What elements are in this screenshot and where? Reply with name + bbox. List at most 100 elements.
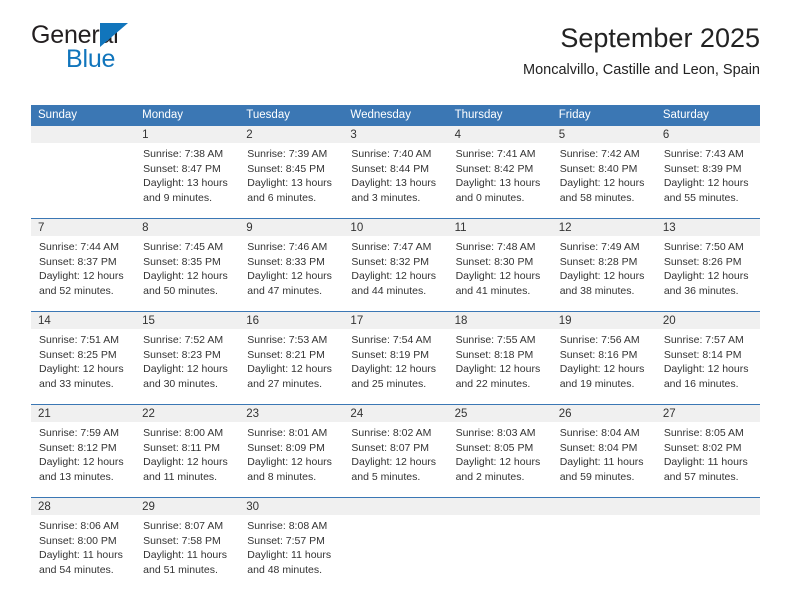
daylight-text-line2: and 55 minutes. xyxy=(663,191,739,204)
day-cell[interactable]: 11 Sunrise: 7:48 AM Sunset: 8:30 PM Dayl… xyxy=(447,218,552,312)
day-cell[interactable]: 8 Sunrise: 7:45 AM Sunset: 8:35 PM Dayli… xyxy=(135,218,240,312)
daylight-text-line2: and 51 minutes. xyxy=(143,563,218,576)
day-cell[interactable]: 10 Sunrise: 7:47 AM Sunset: 8:32 PM Dayl… xyxy=(343,218,448,312)
daylight-text-line1: Daylight: 12 hours xyxy=(39,456,124,469)
sunrise-text: Sunrise: 7:52 AM xyxy=(143,334,224,346)
daylight-text-line2: and 47 minutes. xyxy=(247,284,322,297)
day-details: Sunrise: 7:45 AM Sunset: 8:35 PM Dayligh… xyxy=(136,237,238,310)
day-cell[interactable]: 3 Sunrise: 7:40 AM Sunset: 8:44 PM Dayli… xyxy=(343,126,448,219)
sunset-text: Sunset: 8:04 PM xyxy=(559,441,638,454)
day-cell[interactable]: 1 Sunrise: 7:38 AM Sunset: 8:47 PM Dayli… xyxy=(135,126,240,219)
day-cell[interactable]: 27 Sunrise: 8:05 AM Sunset: 8:02 PM Dayl… xyxy=(655,404,760,498)
day-details: Sunrise: 7:43 AM Sunset: 8:39 PM Dayligh… xyxy=(657,144,759,217)
daylight-text-line2: and 3 minutes. xyxy=(351,191,421,204)
sunrise-text: Sunrise: 7:38 AM xyxy=(143,148,224,160)
day-number xyxy=(448,498,552,515)
day-cell[interactable]: 14 Sunrise: 7:51 AM Sunset: 8:25 PM Dayl… xyxy=(31,311,136,405)
day-number: 4 xyxy=(454,129,461,141)
day-cell[interactable] xyxy=(551,497,656,590)
daylight-text-line2: and 5 minutes. xyxy=(351,470,421,483)
sunset-text: Sunset: 7:58 PM xyxy=(143,534,221,547)
day-cell[interactable]: 30 Sunrise: 8:08 AM Sunset: 7:57 PM Dayl… xyxy=(239,497,344,590)
week-row: 28 Sunrise: 8:06 AM Sunset: 8:00 PM Dayl… xyxy=(31,497,760,590)
daylight-text-line1: Daylight: 11 hours xyxy=(559,456,644,469)
sunrise-text: Sunrise: 7:49 AM xyxy=(559,241,640,253)
day-cell[interactable]: 16 Sunrise: 7:53 AM Sunset: 8:21 PM Dayl… xyxy=(239,311,344,405)
weekday-header-friday: Friday xyxy=(551,105,656,126)
daylight-text-line2: and 44 minutes. xyxy=(351,284,427,297)
daylight-text-line1: Daylight: 13 hours xyxy=(143,177,228,190)
day-number: 28 xyxy=(38,501,51,513)
day-details: Sunrise: 7:56 AM Sunset: 8:16 PM Dayligh… xyxy=(553,330,655,403)
day-cell[interactable]: 9 Sunrise: 7:46 AM Sunset: 8:33 PM Dayli… xyxy=(239,218,344,312)
day-cell[interactable]: 20 Sunrise: 7:57 AM Sunset: 8:14 PM Dayl… xyxy=(655,311,760,405)
sunrise-text: Sunrise: 7:56 AM xyxy=(559,334,640,346)
daylight-text-line1: Daylight: 13 hours xyxy=(455,177,541,190)
sunset-text: Sunset: 8:45 PM xyxy=(247,162,325,175)
day-cell[interactable]: 25 Sunrise: 8:03 AM Sunset: 8:05 PM Dayl… xyxy=(447,404,552,498)
day-cell[interactable]: 4 Sunrise: 7:41 AM Sunset: 8:42 PM Dayli… xyxy=(447,126,552,219)
day-details: Sunrise: 7:54 AM Sunset: 8:19 PM Dayligh… xyxy=(344,330,446,403)
day-number: 8 xyxy=(142,222,149,234)
day-number: 17 xyxy=(350,315,364,327)
day-number: 16 xyxy=(246,315,260,327)
day-cell[interactable]: 24 Sunrise: 8:02 AM Sunset: 8:07 PM Dayl… xyxy=(343,404,448,498)
day-number: 15 xyxy=(142,315,155,327)
day-number: 24 xyxy=(350,408,364,420)
day-cell[interactable]: 19 Sunrise: 7:56 AM Sunset: 8:16 PM Dayl… xyxy=(551,311,656,405)
day-cell[interactable]: 21 Sunrise: 7:59 AM Sunset: 8:12 PM Dayl… xyxy=(31,404,136,498)
daylight-text-line1: Daylight: 11 hours xyxy=(247,549,332,562)
sunrise-text: Sunrise: 8:02 AM xyxy=(351,427,432,439)
day-cell[interactable]: 23 Sunrise: 8:01 AM Sunset: 8:09 PM Dayl… xyxy=(239,404,344,498)
day-cell[interactable]: 29 Sunrise: 8:07 AM Sunset: 7:58 PM Dayl… xyxy=(135,497,240,590)
day-details: Sunrise: 7:50 AM Sunset: 8:26 PM Dayligh… xyxy=(657,237,759,310)
sunset-text: Sunset: 8:42 PM xyxy=(455,162,534,175)
day-details: Sunrise: 8:00 AM Sunset: 8:11 PM Dayligh… xyxy=(136,423,238,496)
sunrise-text: Sunrise: 7:50 AM xyxy=(663,241,744,253)
sunrise-text: Sunrise: 7:39 AM xyxy=(247,148,328,160)
day-cell[interactable] xyxy=(447,497,552,590)
sunset-text: Sunset: 8:26 PM xyxy=(663,255,742,268)
day-cell[interactable]: 12 Sunrise: 7:49 AM Sunset: 8:28 PM Dayl… xyxy=(551,218,656,312)
sunrise-text: Sunrise: 8:00 AM xyxy=(143,427,224,439)
daylight-text-line1: Daylight: 12 hours xyxy=(455,456,541,469)
day-cell[interactable]: 28 Sunrise: 8:06 AM Sunset: 8:00 PM Dayl… xyxy=(31,497,136,590)
daylight-text-line2: and 8 minutes. xyxy=(247,470,317,483)
weekday-header-sunday: Sunday xyxy=(31,105,136,126)
day-details: Sunrise: 7:44 AM Sunset: 8:37 PM Dayligh… xyxy=(32,237,134,310)
day-cell[interactable]: 22 Sunrise: 8:00 AM Sunset: 8:11 PM Dayl… xyxy=(135,404,240,498)
day-number: 30 xyxy=(246,501,260,513)
day-cell[interactable]: 17 Sunrise: 7:54 AM Sunset: 8:19 PM Dayl… xyxy=(343,311,448,405)
title-block: September 2025 Moncalvillo, Castille and… xyxy=(523,22,760,80)
week-row: 21 Sunrise: 7:59 AM Sunset: 8:12 PM Dayl… xyxy=(31,404,760,498)
day-cell[interactable] xyxy=(31,126,136,219)
day-cell[interactable]: 6 Sunrise: 7:43 AM Sunset: 8:39 PM Dayli… xyxy=(655,126,760,219)
day-cell[interactable]: 5 Sunrise: 7:42 AM Sunset: 8:40 PM Dayli… xyxy=(551,126,656,219)
page-header: General Blue September 2025 Moncalvillo,… xyxy=(31,22,760,94)
calendar-header-row: Sunday Monday Tuesday Wednesday Thursday… xyxy=(31,105,760,126)
day-cell[interactable]: 7 Sunrise: 7:44 AM Sunset: 8:37 PM Dayli… xyxy=(31,218,136,312)
day-cell[interactable]: 18 Sunrise: 7:55 AM Sunset: 8:18 PM Dayl… xyxy=(447,311,552,405)
day-cell[interactable] xyxy=(343,497,448,590)
sunset-text: Sunset: 8:12 PM xyxy=(39,441,117,454)
day-cell[interactable] xyxy=(655,497,760,590)
day-cell[interactable]: 2 Sunrise: 7:39 AM Sunset: 8:45 PM Dayli… xyxy=(239,126,344,219)
day-cell[interactable]: 13 Sunrise: 7:50 AM Sunset: 8:26 PM Dayl… xyxy=(655,218,760,312)
day-number: 2 xyxy=(246,129,253,141)
sunset-text: Sunset: 8:44 PM xyxy=(351,162,430,175)
day-details: Sunrise: 7:53 AM Sunset: 8:21 PM Dayligh… xyxy=(240,330,342,403)
day-number: 20 xyxy=(662,315,676,327)
sunrise-text: Sunrise: 7:53 AM xyxy=(247,334,328,346)
day-number: 19 xyxy=(558,315,572,327)
day-details: Sunrise: 7:42 AM Sunset: 8:40 PM Dayligh… xyxy=(553,144,655,217)
day-number xyxy=(552,498,656,515)
daylight-text-line2: and 33 minutes. xyxy=(39,377,114,390)
sunset-text: Sunset: 8:37 PM xyxy=(39,255,117,268)
daylight-text-line1: Daylight: 12 hours xyxy=(663,270,749,283)
page-subtitle: Moncalvillo, Castille and Leon, Spain xyxy=(523,62,760,78)
day-cell[interactable]: 26 Sunrise: 8:04 AM Sunset: 8:04 PM Dayl… xyxy=(551,404,656,498)
weekday-header-thursday: Thursday xyxy=(447,105,552,126)
day-cell[interactable]: 15 Sunrise: 7:52 AM Sunset: 8:23 PM Dayl… xyxy=(135,311,240,405)
daylight-text-line1: Daylight: 12 hours xyxy=(247,270,332,283)
daylight-text-line2: and 0 minutes. xyxy=(455,191,525,204)
